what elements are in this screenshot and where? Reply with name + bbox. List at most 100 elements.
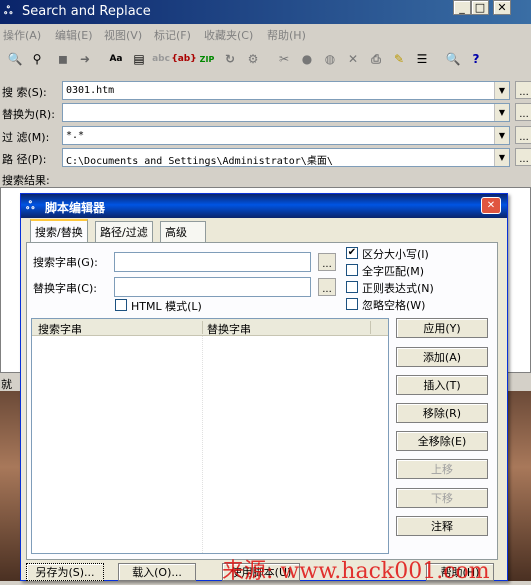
tab-search-replace[interactable]: 搜索/替换 xyxy=(30,219,88,243)
html-mode-checkbox[interactable] xyxy=(115,299,127,311)
print-icon[interactable]: ⎙ xyxy=(367,50,385,68)
delete-icon[interactable]: ✕ xyxy=(344,50,362,68)
script-search-input[interactable] xyxy=(114,252,311,272)
toolbar: 🔍 ⚲ ◼ ➜ Aa ▤ abc {ab} ZIP ↻ ⚙ ✂ ● ◍ ✕ ⎙ … xyxy=(0,45,531,73)
zip-icon[interactable]: ZIP xyxy=(198,50,216,68)
case-icon[interactable]: Aa xyxy=(107,50,125,68)
arrow-icon[interactable]: ➜ xyxy=(76,50,94,68)
button-label: 注释 xyxy=(431,520,453,533)
ignore-space-checkbox[interactable] xyxy=(346,298,358,310)
find-replace-icon[interactable]: ⚲ xyxy=(28,50,46,68)
chevron-down-icon[interactable]: ▼ xyxy=(494,104,509,121)
script-replace-browse[interactable]: ... xyxy=(318,278,336,296)
chevron-down-icon[interactable]: ▼ xyxy=(494,149,509,166)
filter-value: *.* xyxy=(66,130,85,141)
replace-browse-button[interactable]: ... xyxy=(515,103,531,121)
watermark: 来源: www.hack001.com xyxy=(222,559,490,584)
title-bar: ஃ Search and Replace _ □ ✕ xyxy=(0,0,531,24)
maximize-button[interactable]: □ xyxy=(471,0,489,15)
button-label: 下移 xyxy=(431,492,453,505)
apply-button[interactable]: 应用(Y) xyxy=(396,318,488,338)
column-divider xyxy=(370,321,371,334)
close-icon: ✕ xyxy=(497,1,507,14)
button-label: 插入(T) xyxy=(423,379,461,392)
column-search[interactable]: 搜索字串 xyxy=(38,321,82,337)
filter-label: 过 滤(M): xyxy=(2,131,50,144)
stop-icon[interactable]: ◼ xyxy=(54,50,72,68)
tab-path-filter[interactable]: 路径/过滤 xyxy=(95,221,153,242)
paste-icon[interactable]: ◍ xyxy=(321,50,339,68)
search-label: 搜 索(S): xyxy=(2,86,47,99)
button-label: 添加(A) xyxy=(422,351,462,364)
whole-word-label: 全字匹配(M) xyxy=(362,265,425,278)
regex-icon[interactable]: {ab} xyxy=(171,50,196,68)
chevron-down-icon[interactable]: ▼ xyxy=(494,82,509,99)
dialog-title: 脚本编辑器 xyxy=(45,201,106,215)
remove-all-button[interactable]: 全移除(E) xyxy=(396,431,488,451)
minimize-button[interactable]: _ xyxy=(453,0,471,15)
replace-combo[interactable]: ▼ xyxy=(62,103,510,122)
whole-word-checkbox[interactable] xyxy=(346,264,358,276)
ellipsis-icon: ... xyxy=(322,259,332,270)
dialog-close-button[interactable]: ✕ xyxy=(481,197,501,214)
dialog-title-bar: ஃ 脚本编辑器 ✕ xyxy=(21,194,507,218)
html-mode-label: HTML 模式(L) xyxy=(131,300,202,313)
favorites-search-icon[interactable]: 🔍 xyxy=(444,50,462,68)
menu-mark[interactable]: 标记(F) xyxy=(154,27,191,43)
button-label: 上移 xyxy=(431,463,453,476)
menu-view[interactable]: 视图(V) xyxy=(104,27,142,43)
move-up-button[interactable]: 上移 xyxy=(396,459,488,479)
case-sensitive-label: 区分大小写(I) xyxy=(362,248,429,261)
add-button[interactable]: 添加(A) xyxy=(396,347,488,367)
abc-icon[interactable]: abc xyxy=(152,50,170,68)
tab-label: 搜索/替换 xyxy=(35,226,83,239)
results-label: 搜索结果: xyxy=(2,174,50,187)
path-browse-button[interactable]: ... xyxy=(515,148,531,166)
script-icon[interactable]: ⚙ xyxy=(244,50,262,68)
path-combo[interactable]: C:\Documents and Settings\Administrator\… xyxy=(62,148,510,167)
remove-button[interactable]: 移除(R) xyxy=(396,403,488,423)
cut-icon[interactable]: ✂ xyxy=(275,50,293,68)
save-as-button[interactable]: 另存为(S)... xyxy=(26,563,104,581)
script-replace-input[interactable] xyxy=(114,277,311,297)
replace-label: 替换为(R): xyxy=(2,108,55,121)
help-icon[interactable]: ? xyxy=(467,50,485,68)
menu-bar: 操作(A) 编辑(E) 视图(V) 标记(F) 收藏夹(C) 帮助(H) xyxy=(0,24,531,44)
binoculars-icon[interactable]: 🔍 xyxy=(6,50,24,68)
menu-favorites[interactable]: 收藏夹(C) xyxy=(204,27,253,43)
load-button[interactable]: 载入(O)... xyxy=(118,563,196,581)
tab-advanced[interactable]: 高级 xyxy=(160,221,206,242)
whole-word-icon[interactable]: ▤ xyxy=(130,50,148,68)
comment-button[interactable]: 注释 xyxy=(396,516,488,536)
menu-edit[interactable]: 编辑(E) xyxy=(55,27,93,43)
subfolder-icon[interactable]: ↻ xyxy=(221,50,239,68)
filter-combo[interactable]: *.* ▼ xyxy=(62,126,510,145)
chevron-down-icon[interactable]: ▼ xyxy=(494,127,509,144)
path-label: 路 径(P): xyxy=(2,153,47,166)
case-sensitive-checkbox[interactable]: ✔ xyxy=(346,247,358,259)
button-label: 全移除(E) xyxy=(417,435,467,448)
close-icon: ✕ xyxy=(486,200,496,211)
copy-icon[interactable]: ● xyxy=(298,50,316,68)
move-down-button[interactable]: 下移 xyxy=(396,488,488,508)
search-combo[interactable]: 0301.htm ▼ xyxy=(62,81,510,100)
list-icon[interactable]: ☰ xyxy=(413,50,431,68)
button-label: 应用(Y) xyxy=(423,322,461,335)
menu-help[interactable]: 帮助(H) xyxy=(267,27,306,43)
button-label: 载入(O)... xyxy=(132,566,182,579)
insert-button[interactable]: 插入(T) xyxy=(396,375,488,395)
menu-action[interactable]: 操作(A) xyxy=(3,27,41,43)
search-browse-button[interactable]: ... xyxy=(515,81,531,99)
button-label: 移除(R) xyxy=(422,407,462,420)
script-list[interactable]: 搜索字串 替换字串 xyxy=(31,318,389,554)
script-search-browse[interactable]: ... xyxy=(318,253,336,271)
close-button[interactable]: ✕ xyxy=(493,0,511,15)
regex-checkbox[interactable] xyxy=(346,281,358,293)
path-value: C:\Documents and Settings\Administrator\… xyxy=(66,156,333,167)
ellipsis-icon: ... xyxy=(519,154,529,165)
dialog-app-icon: ஃ xyxy=(26,199,35,212)
filter-browse-button[interactable]: ... xyxy=(515,126,531,144)
app-icon: ஃ xyxy=(4,4,13,17)
note-icon[interactable]: ✎ xyxy=(390,50,408,68)
column-replace[interactable]: 替换字串 xyxy=(207,321,251,337)
